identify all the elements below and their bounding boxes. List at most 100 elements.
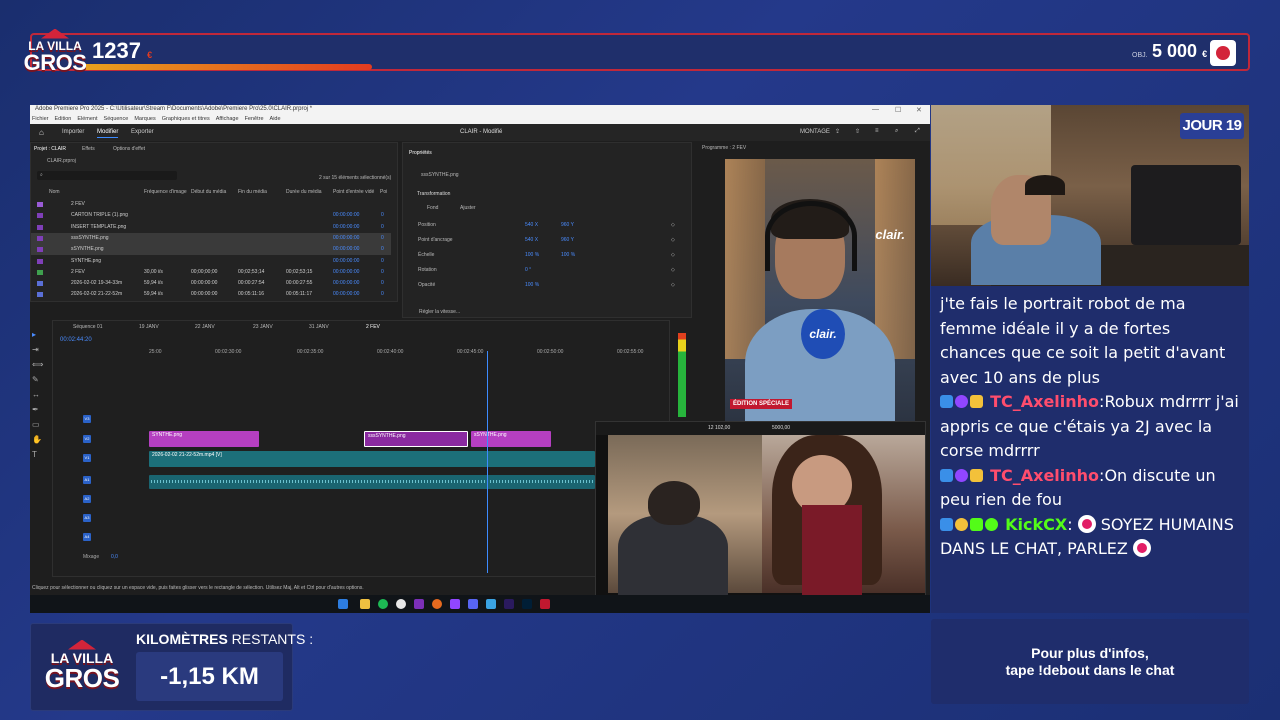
selection-tool-icon[interactable]: ▸ <box>32 330 46 339</box>
explorer-icon[interactable] <box>360 599 370 609</box>
col-in-point[interactable]: Point d'entrée vidé <box>333 189 374 195</box>
label-color-swatch[interactable] <box>37 247 43 253</box>
twitch-icon[interactable] <box>450 599 460 609</box>
sequence-tab[interactable]: 31 JANV <box>309 324 329 330</box>
menu-sequence[interactable]: Séquence <box>104 116 129 123</box>
keyframe-icon[interactable]: ◇ <box>671 282 675 288</box>
project-item-row[interactable]: 2 FEV 30,00 i/s 00;00;00;00 00;02;53;14 00;0… <box>31 267 391 278</box>
property-value[interactable]: 100 % <box>525 252 539 258</box>
menu-window[interactable]: Fenêtre <box>245 116 264 123</box>
sequence-tab[interactable]: 19 JANV <box>139 324 159 330</box>
project-item-row[interactable]: CARTON TRIPLE (1).png 00:00:00:00 0 <box>31 210 391 221</box>
label-color-swatch[interactable] <box>37 292 43 298</box>
workspace-selector[interactable]: MONTAGE <box>800 129 830 135</box>
project-item-row[interactable]: 2026-02-02 21-22-52m 59,94 i/s 00:00:00:00… <box>31 289 391 300</box>
pen-icon[interactable]: ✒ <box>32 405 46 414</box>
transform-section[interactable]: Transformation <box>417 191 450 197</box>
graphic-clip[interactable]: sssSYNTHE.png <box>364 431 468 447</box>
speed-button[interactable]: Régler la vitesse... <box>419 309 460 315</box>
col-media-start[interactable]: Début du média <box>191 189 226 195</box>
property-value[interactable]: 960 Y <box>561 237 574 243</box>
ripple-edit-icon[interactable]: ⟺ <box>32 360 46 369</box>
col-point[interactable]: Poi <box>380 189 387 195</box>
close-button[interactable]: ✕ <box>916 106 922 114</box>
razor-icon[interactable]: ✎ <box>32 375 46 384</box>
app-icon[interactable] <box>414 599 424 609</box>
col-fps[interactable]: Fréquence d'image <box>144 189 187 195</box>
share-icon[interactable]: ⇧ <box>855 128 860 135</box>
tab-edit[interactable]: Modifier <box>97 129 119 138</box>
menu-icon[interactable]: ≡ <box>875 128 879 134</box>
chat-username[interactable]: TC_Axelinho <box>990 466 1099 485</box>
label-color-swatch[interactable] <box>37 269 43 275</box>
property-value[interactable]: 540 X <box>525 237 538 243</box>
maximize-button[interactable]: ☐ <box>895 106 901 114</box>
menu-view[interactable]: Affichage <box>216 116 239 123</box>
tab-export[interactable]: Exporter <box>131 129 154 135</box>
home-icon[interactable]: ⌂ <box>39 128 44 137</box>
menu-edit[interactable]: Edition <box>55 116 72 123</box>
property-value[interactable]: 100 % <box>525 282 539 288</box>
photoshop-icon[interactable] <box>522 599 532 609</box>
chat-username[interactable]: TC_Axelinho <box>990 392 1099 411</box>
audio-track-header[interactable]: A2 <box>83 495 91 503</box>
property-value[interactable]: 540 X <box>525 222 538 228</box>
keyframe-icon[interactable]: ◇ <box>671 222 675 228</box>
fill-button[interactable]: Fond <box>427 205 438 211</box>
menu-help[interactable]: Aide <box>270 116 281 123</box>
menu-element[interactable]: Elément <box>77 116 97 123</box>
video-track-header[interactable]: V3 <box>83 415 91 423</box>
search-icon[interactable]: ⌕ <box>895 128 898 135</box>
label-color-swatch[interactable] <box>37 235 43 241</box>
chat-username[interactable]: KickCX <box>1005 515 1067 534</box>
menu-markers[interactable]: Marques <box>134 116 155 123</box>
sequence-tab[interactable]: Séquence 01 <box>73 324 102 330</box>
audio-clip[interactable] <box>149 475 595 489</box>
mix-value[interactable]: 0,0 <box>111 554 118 560</box>
audio-track-header[interactable]: A1 <box>83 476 91 484</box>
app2-icon[interactable] <box>540 599 550 609</box>
col-media-duration[interactable]: Durée du média <box>286 189 322 195</box>
playhead[interactable] <box>487 351 488 573</box>
rectangle-icon[interactable]: ▭ <box>32 420 46 429</box>
tab-import[interactable]: Importer <box>62 129 84 135</box>
keyframe-icon[interactable]: ◇ <box>671 237 675 243</box>
video-clip[interactable]: 2026-02-02 21-22-52m.mp4 [V] <box>149 451 595 467</box>
property-value[interactable]: 960 Y <box>561 222 574 228</box>
video-track-header[interactable]: V2 <box>83 435 91 443</box>
firefox-icon[interactable] <box>432 599 442 609</box>
project-item-row[interactable]: SYNTHE.png 00:00:00:00 0 <box>31 256 391 267</box>
project-item-row[interactable]: INSERT TEMPLATE.png 00:00:00:00 0 <box>31 222 391 233</box>
col-media-end[interactable]: Fin du média <box>238 189 267 195</box>
fullscreen-icon[interactable]: ⤢ <box>915 128 920 135</box>
label-color-swatch[interactable] <box>37 202 43 207</box>
fit-button[interactable]: Ajuster <box>460 205 476 211</box>
hand-icon[interactable]: ✋ <box>32 435 46 444</box>
project-item-row[interactable]: sSYNTHE.png 00:00:00:00 0 <box>31 244 391 256</box>
minimize-button[interactable]: — <box>872 106 879 113</box>
spotify-icon[interactable] <box>378 599 388 609</box>
label-color-swatch[interactable] <box>37 224 43 230</box>
quick-export-icon[interactable]: ⇪ <box>835 128 840 135</box>
graphic-clip[interactable]: SYNTHE.png <box>149 431 259 447</box>
keyframe-icon[interactable]: ◇ <box>671 267 675 273</box>
project-search-input[interactable]: ⌕ <box>37 171 177 180</box>
col-name[interactable]: Nom <box>49 189 60 195</box>
menu-graphics[interactable]: Graphiques et titres <box>162 116 210 123</box>
menu-file[interactable]: Fichier <box>32 116 49 123</box>
tab-effect-options[interactable]: Options d'effet <box>113 146 145 152</box>
premiere-icon[interactable] <box>504 599 514 609</box>
text-tool-icon[interactable]: T <box>32 450 46 459</box>
sequence-tab[interactable]: 2 FEV <box>366 324 380 330</box>
tab-project[interactable]: Projet : CLAIR <box>34 146 66 152</box>
track-select-icon[interactable]: ⇥ <box>32 345 46 354</box>
tab-effects[interactable]: Effets <box>82 146 95 152</box>
label-color-swatch[interactable] <box>37 281 43 287</box>
property-value[interactable]: 0 ° <box>525 267 531 273</box>
label-color-swatch[interactable] <box>37 258 43 264</box>
chrome-icon[interactable] <box>396 599 406 609</box>
video-track-header[interactable]: V1 <box>83 454 91 462</box>
sequence-tab[interactable]: 23 JANV <box>253 324 273 330</box>
project-item-row[interactable]: 2026-02-02 19-34-33m 59,94 i/s 00:00:00:00… <box>31 278 391 289</box>
slip-icon[interactable]: ↔ <box>32 390 46 399</box>
